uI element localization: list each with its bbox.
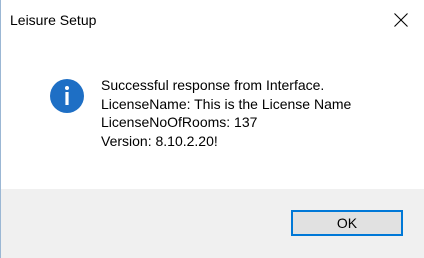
close-button[interactable] (378, 0, 424, 40)
dialog-footer: OK (1, 189, 424, 258)
message-line-status: Successful response from Interface. (101, 77, 325, 93)
message-line-version: Version: 8.10.2.20! (101, 132, 218, 149)
message-dialog: Leisure Setup Successful response from I… (0, 0, 424, 258)
close-icon[interactable] (394, 13, 408, 27)
info-icon (50, 79, 84, 113)
dialog-body: Successful response from Interface. Lice… (1, 40, 424, 189)
window-title: Leisure Setup (10, 12, 97, 28)
message-text: Successful response from Interface. Lice… (101, 76, 351, 150)
message-line-license-name: LicenseName: This is the License Name (101, 95, 352, 112)
ok-button[interactable]: OK (291, 210, 403, 236)
title-bar[interactable]: Leisure Setup (1, 0, 424, 40)
message-line-license-rooms: LicenseNoOfRooms: 137 (101, 114, 258, 130)
